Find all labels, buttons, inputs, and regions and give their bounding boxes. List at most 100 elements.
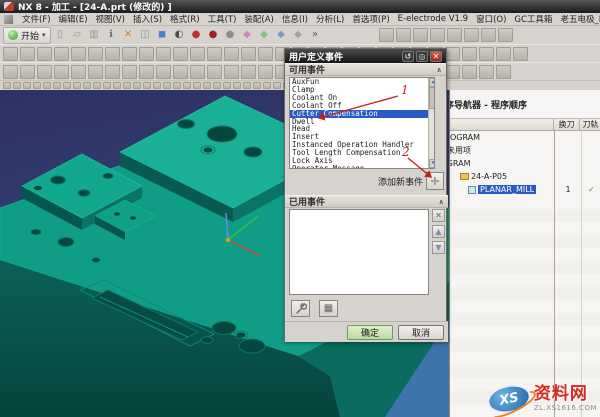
toolbar-button[interactable] — [73, 82, 81, 89]
toolbar-button[interactable] — [462, 46, 477, 61]
ok-button[interactable]: 确定 — [347, 324, 393, 340]
toolbar-button[interactable] — [263, 82, 271, 89]
toolbar-button[interactable] — [143, 82, 151, 89]
toolbar-button[interactable] — [88, 64, 103, 79]
toolbar-button[interactable] — [513, 46, 528, 61]
scroll-thumb[interactable] — [429, 87, 434, 109]
toolbar-button[interactable] — [258, 64, 273, 79]
toolbar-button[interactable] — [445, 46, 460, 61]
menu-item[interactable]: 编辑(E) — [58, 13, 89, 25]
toolbar-button[interactable] — [183, 82, 191, 89]
view-diamond-green-icon[interactable]: ◆ — [257, 28, 272, 43]
sphere-icon[interactable]: ● — [223, 28, 238, 43]
used-events-list[interactable] — [289, 209, 429, 295]
toolbar-button[interactable] — [43, 82, 51, 89]
toolbar-button[interactable] — [3, 46, 18, 61]
menu-item[interactable]: 窗口(O) — [475, 13, 507, 25]
view-diamond-blue-icon[interactable]: ◆ — [274, 28, 289, 43]
menu-item[interactable]: 文件(F) — [21, 13, 52, 25]
toolbar-button[interactable] — [37, 46, 52, 61]
toolbar-button[interactable] — [33, 82, 41, 89]
event-item[interactable]: Dwell — [290, 117, 434, 126]
new-part-icon[interactable]: ▯ — [53, 28, 68, 43]
event-list-scrollbar[interactable]: ▲ ▼ — [428, 78, 434, 168]
toolbar-button[interactable] — [445, 64, 460, 79]
view-diamond-gray-icon[interactable]: ◆ — [291, 28, 306, 43]
menu-item[interactable]: GC工具箱 — [513, 13, 553, 25]
toolbar-button[interactable] — [63, 82, 71, 89]
toolbar-button[interactable] — [479, 64, 494, 79]
menu-item[interactable]: 分析(L) — [315, 13, 345, 25]
menu-item[interactable]: 插入(S) — [132, 13, 163, 25]
overflow-chevron-icon[interactable]: » — [308, 28, 323, 43]
menu-item[interactable]: 信息(I) — [281, 13, 309, 25]
close-window-icon[interactable]: ✕ — [121, 28, 136, 43]
toolbar-button[interactable] — [163, 82, 171, 89]
toolbar-button[interactable] — [395, 28, 411, 42]
toolbar-button[interactable] — [243, 82, 251, 89]
column-toolchange[interactable]: 换刀 — [554, 119, 580, 130]
start-button[interactable]: 开始 ▾ — [3, 26, 51, 44]
menu-item[interactable]: 老五电极_I — [559, 13, 600, 25]
tree-row[interactable]: PROGRAM — [450, 157, 600, 170]
toolbar-button[interactable] — [241, 64, 256, 79]
toolbar-button[interactable] — [71, 46, 86, 61]
toolbar-button[interactable] — [93, 82, 101, 89]
toolbar-button[interactable] — [496, 64, 511, 79]
toolbar-button[interactable] — [139, 64, 154, 79]
toolbar-button[interactable] — [224, 46, 239, 61]
toolbar-button[interactable] — [258, 46, 273, 61]
toolbar-button[interactable] — [190, 64, 205, 79]
info-icon[interactable]: ℹ — [104, 28, 119, 43]
toolbar-button[interactable] — [463, 28, 479, 42]
save-icon[interactable]: ▥ — [87, 28, 102, 43]
tree-row[interactable]: PLANAR_MILL 1 ✓ — [450, 183, 600, 196]
toolbar-button[interactable] — [213, 82, 221, 89]
toolbar-button[interactable] — [53, 82, 61, 89]
toolbar-button[interactable] — [497, 28, 513, 42]
edit-event-button[interactable] — [291, 300, 310, 317]
toolbar-button[interactable] — [71, 64, 86, 79]
toolbar-button[interactable] — [253, 82, 261, 89]
red-sphere2-icon[interactable]: ● — [206, 28, 221, 43]
toolbar-button[interactable] — [207, 64, 222, 79]
toolbar-button[interactable] — [173, 64, 188, 79]
add-new-event-button[interactable]: ✛ — [426, 172, 444, 190]
toolbar-button[interactable] — [193, 82, 201, 89]
view-diamond-pink-icon[interactable]: ◆ — [240, 28, 255, 43]
toolbar-button[interactable] — [462, 64, 477, 79]
toolbar-button[interactable] — [103, 82, 111, 89]
toolbar-button[interactable] — [412, 28, 428, 42]
toolbar-button[interactable] — [173, 46, 188, 61]
tree-row[interactable]: 未用项 — [450, 144, 600, 157]
toolbar-button[interactable] — [173, 82, 181, 89]
menu-item[interactable]: E-electrode V1.9 — [397, 14, 469, 24]
scroll-down-icon[interactable]: ▼ — [429, 159, 434, 168]
dialog-title-bar[interactable]: 用户定义事件 ↺ ◎ ✕ — [285, 49, 446, 63]
shaded-cube-icon[interactable]: ◼ — [155, 28, 170, 43]
cancel-button[interactable]: 取消 — [398, 324, 444, 340]
toolbar-button[interactable] — [207, 46, 222, 61]
toolbar-button[interactable] — [3, 82, 11, 89]
toolbar-button[interactable] — [37, 64, 52, 79]
toolbar-button[interactable] — [153, 82, 161, 89]
toolbar-button[interactable] — [133, 82, 141, 89]
event-item[interactable]: Operator Message — [290, 165, 434, 168]
toolbar-button[interactable] — [113, 82, 121, 89]
toolbar-button[interactable] — [23, 82, 31, 89]
toolbar-button[interactable] — [20, 46, 35, 61]
toolbar-button[interactable] — [156, 64, 171, 79]
toolbar-button[interactable] — [122, 46, 137, 61]
toolbar-button[interactable] — [122, 64, 137, 79]
column-toolpath[interactable]: 刀轨 — [580, 119, 600, 130]
toolbar-button[interactable] — [446, 28, 462, 42]
red-sphere-icon[interactable]: ● — [189, 28, 204, 43]
toolbar-button[interactable] — [3, 64, 18, 79]
scroll-up-icon[interactable]: ▲ — [429, 78, 434, 87]
menu-item[interactable]: 装配(A) — [243, 13, 274, 25]
delete-event-button[interactable]: ✕ — [432, 209, 445, 222]
used-events-header[interactable]: 已用事件 ∧ — [285, 195, 448, 208]
toolbar-button[interactable] — [429, 28, 445, 42]
event-options-button[interactable]: ▦ — [319, 300, 338, 317]
toolbar-button[interactable] — [20, 64, 35, 79]
